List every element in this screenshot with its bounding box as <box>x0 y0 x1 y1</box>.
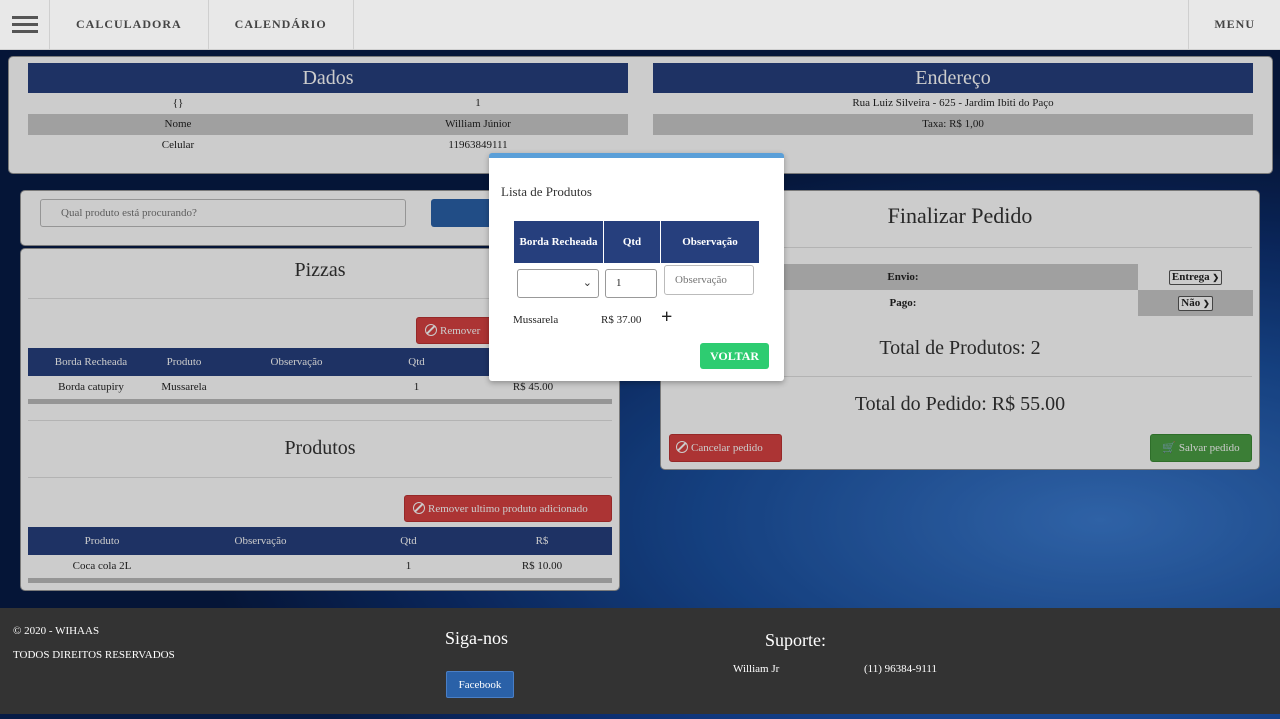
nav-menu[interactable]: MENU <box>1188 0 1280 49</box>
hamburger-menu-icon[interactable] <box>0 0 50 49</box>
footer-rights: TODOS DIREITOS RESERVADOS <box>13 649 175 661</box>
product-list-modal: Lista de Produtos Borda Recheada Qtd Obs… <box>489 153 784 381</box>
footer: © 2020 - WIHAAS TODOS DIREITOS RESERVADO… <box>0 608 1280 714</box>
col-header: Qtd <box>604 221 661 263</box>
modal-product-price: R$ 37.00 <box>601 314 642 326</box>
chevron-down-icon: ⌄ <box>582 277 592 289</box>
nav-calculadora[interactable]: CALCULADORA <box>50 0 209 49</box>
add-product-plus-icon[interactable]: + <box>661 306 672 328</box>
borda-select[interactable]: ⌄ <box>517 269 599 298</box>
modal-table-header: Borda Recheada Qtd Observação <box>514 221 759 263</box>
top-navbar: CALCULADORA CALENDÁRIO MENU <box>0 0 1280 50</box>
footer-copyright: © 2020 - WIHAAS <box>13 625 100 637</box>
observation-input[interactable] <box>664 265 754 295</box>
modal-title: Lista de Produtos <box>501 184 592 199</box>
nav-calendario[interactable]: CALENDÁRIO <box>209 0 354 49</box>
footer-contact-name: William Jr <box>733 663 780 675</box>
footer-follow-title: Siga-nos <box>445 628 508 648</box>
footer-support-title: Suporte: <box>765 630 826 650</box>
footer-contact-phone: (11) 96384-9111 <box>864 663 938 675</box>
facebook-button[interactable]: Facebook <box>446 671 514 698</box>
col-header: Borda Recheada <box>514 221 604 263</box>
qtd-input[interactable]: 1 <box>605 269 657 298</box>
col-header: Observação <box>682 235 738 248</box>
back-button[interactable]: VOLTAR <box>700 343 769 369</box>
modal-product-name: Mussarela <box>513 314 559 326</box>
